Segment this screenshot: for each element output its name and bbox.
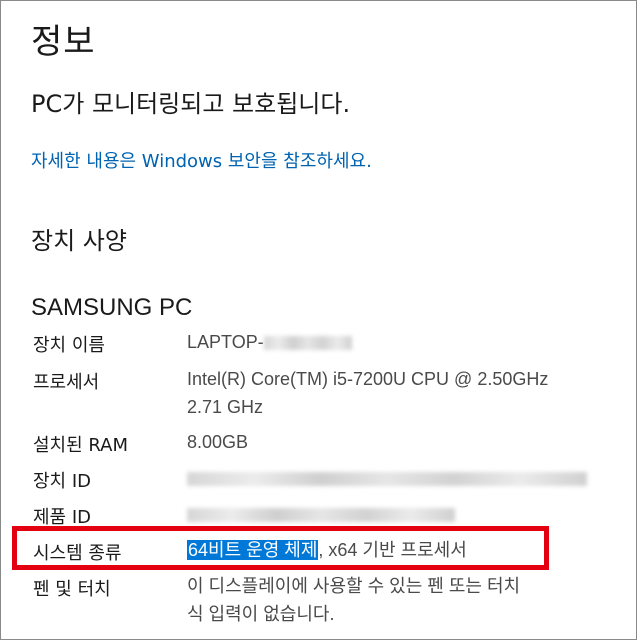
windows-security-link[interactable]: 자세한 내용은 Windows 보안을 참조하세요. xyxy=(31,147,372,173)
device-name-label: 장치 이름 xyxy=(33,335,105,356)
redacted-device-name xyxy=(263,336,352,351)
processor-label: 프로세서 xyxy=(33,372,100,393)
protection-status: PC가 모니터링되고 보호됩니다. xyxy=(31,90,351,118)
device-name-value[interactable]: LAPTOP- xyxy=(187,328,352,356)
device-title: SAMSUNG PC xyxy=(31,294,193,321)
ram-label: 설치된 RAM xyxy=(33,435,129,456)
device-specs-heading: 장치 사양 xyxy=(31,227,127,255)
device-name-prefix: LAPTOP- xyxy=(187,332,264,352)
pen-touch-line2: 식 입력이 없습니다. xyxy=(187,604,335,624)
redacted-device-id xyxy=(187,472,587,487)
device-id-label: 장치 ID xyxy=(33,471,92,492)
page-title: 정보 xyxy=(31,22,96,62)
ram-value[interactable]: 8.00GB xyxy=(187,428,248,456)
pen-touch-line1: 이 디스플레이에 사용할 수 있는 펜 또는 터치 xyxy=(187,576,521,596)
processor-value[interactable]: Intel(R) Core(TM) i5-7200U CPU @ 2.50GHz… xyxy=(187,365,548,421)
redacted-product-id xyxy=(187,508,455,523)
pen-touch-label: 펜 및 터치 xyxy=(33,579,111,600)
device-id-value[interactable] xyxy=(187,464,587,492)
product-id-value[interactable] xyxy=(187,500,455,528)
processor-line2: 2.71 GHz xyxy=(187,397,264,417)
processor-line1: Intel(R) Core(TM) i5-7200U CPU @ 2.50GHz xyxy=(187,369,549,389)
highlight-box xyxy=(12,526,549,570)
pen-touch-value[interactable]: 이 디스플레이에 사용할 수 있는 펜 또는 터치 식 입력이 없습니다. xyxy=(187,572,520,628)
